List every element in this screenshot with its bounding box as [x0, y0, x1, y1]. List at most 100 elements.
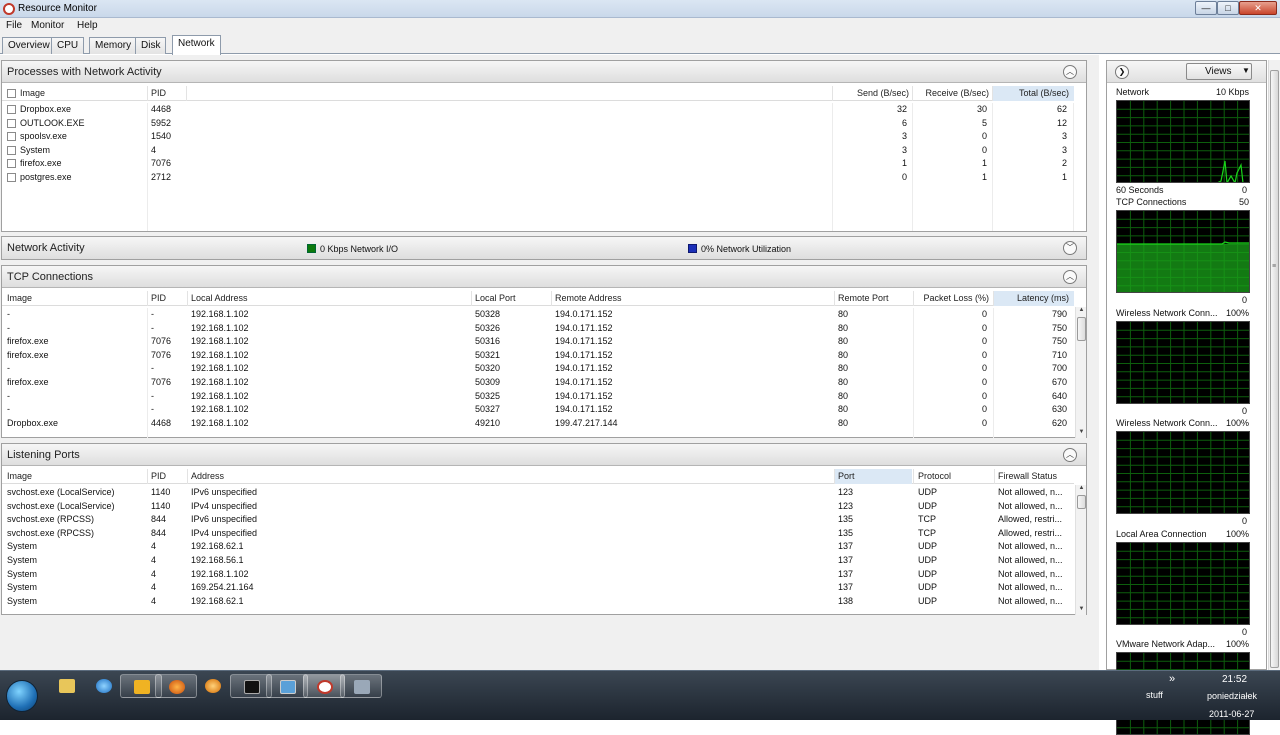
table-row[interactable]: - - 192.168.1.102 50327 194.0.171.152 80 0 630 — [2, 403, 1074, 417]
taskbar-app[interactable] — [192, 674, 234, 698]
taskbar-explorer[interactable] — [46, 674, 88, 698]
scroll-thumb[interactable] — [1077, 317, 1086, 341]
table-row[interactable]: Dropbox.exe 4468 192.168.1.102 49210 199.47.… — [2, 417, 1074, 431]
col-send[interactable]: Send (B/sec) — [832, 88, 909, 101]
taskbar-ie[interactable] — [83, 674, 125, 698]
table-row[interactable]: svchost.exe (RPCSS) 844 IPv4 unspecified 13… — [2, 527, 1074, 541]
scroll-down-icon[interactable]: ▼ — [1076, 606, 1087, 615]
collapse-icon[interactable]: ︿ — [1063, 448, 1077, 462]
cell: 1 — [981, 172, 987, 182]
col-image[interactable]: Image — [7, 471, 32, 484]
table-row[interactable]: postgres.exe 2712 0 1 1 — [2, 171, 1074, 185]
table-row[interactable]: System 4 192.168.56.1 137 UDP Not allowed, n.… — [2, 554, 1074, 568]
tab-memory[interactable]: Memory — [89, 37, 138, 54]
collapse-icon[interactable]: ︿ — [1063, 270, 1077, 284]
expand-icon[interactable]: ﹀ — [1063, 241, 1077, 255]
col-local-port[interactable]: Local Port — [475, 293, 516, 306]
start-button[interactable] — [6, 680, 38, 712]
tab-disk[interactable]: Disk — [135, 37, 167, 54]
scroll-thumb[interactable] — [1077, 495, 1086, 509]
tray-label[interactable]: stuff — [1146, 690, 1163, 700]
taskbar-firefox[interactable] — [155, 674, 197, 698]
close-button[interactable]: ✕ — [1239, 1, 1277, 15]
menu-help[interactable]: Help — [77, 20, 98, 31]
tab-cpu[interactable]: CPU — [51, 37, 85, 54]
graph-plot — [1117, 321, 1249, 403]
col-pid[interactable]: PID — [151, 293, 166, 306]
table-row[interactable]: - - 192.168.1.102 50326 194.0.171.152 80 0 750 — [2, 322, 1074, 336]
table-row[interactable]: svchost.exe (LocalService) 1140 IPv4 unspe… — [2, 500, 1074, 514]
table-row[interactable]: firefox.exe 7076 192.168.1.102 50316 194.0.1… — [2, 335, 1074, 349]
clock-day[interactable]: poniedziałek — [1207, 691, 1257, 701]
select-all-checkbox[interactable] — [7, 89, 16, 98]
table-row[interactable]: firefox.exe 7076 1 1 2 — [2, 157, 1074, 171]
firefox-icon — [169, 680, 185, 694]
col-remote-address[interactable]: Remote Address — [555, 293, 622, 306]
scroll-up-icon[interactable]: ▲ — [1076, 307, 1087, 316]
minimize-button[interactable]: — — [1195, 1, 1217, 15]
col-receive[interactable]: Receive (B/sec) — [912, 88, 989, 101]
row-checkbox[interactable] — [7, 105, 16, 114]
col-firewall-status[interactable]: Firewall Status — [998, 471, 1057, 484]
table-row[interactable]: firefox.exe 7076 192.168.1.102 50309 194.0.1… — [2, 376, 1074, 390]
network-activity-header[interactable]: Network Activity 0 Kbps Network I/O 0% N… — [2, 237, 1086, 259]
col-port[interactable]: Port — [838, 471, 855, 484]
collapse-icon[interactable]: ︿ — [1063, 65, 1077, 79]
tcp-panel-header[interactable]: TCP Connections ︿ — [2, 266, 1086, 288]
col-pid[interactable]: PID — [151, 88, 166, 101]
row-checkbox[interactable] — [7, 159, 16, 169]
taskbar-resource-monitor[interactable] — [303, 674, 345, 698]
maximize-button[interactable]: □ — [1217, 1, 1239, 15]
row-checkbox[interactable] — [7, 132, 16, 142]
col-protocol[interactable]: Protocol — [918, 471, 951, 484]
col-image[interactable]: Image — [7, 293, 32, 306]
col-local-address[interactable]: Local Address — [191, 293, 248, 306]
table-row[interactable]: firefox.exe 7076 192.168.1.102 50321 194.0.1… — [2, 349, 1074, 363]
clock-time[interactable]: 21:52 — [1222, 674, 1247, 685]
listening-scrollbar[interactable]: ▲ ▼ — [1075, 485, 1086, 615]
table-row[interactable]: System 4 192.168.1.102 137 UDP Not allowed, n… — [2, 568, 1074, 582]
col-address[interactable]: Address — [191, 471, 224, 484]
cell: svchost.exe (RPCSS) — [7, 527, 95, 538]
listening-panel-header[interactable]: Listening Ports ︿ — [2, 444, 1086, 466]
table-row[interactable]: System 4 192.168.62.1 137 UDP Not allowed, n.… — [2, 540, 1074, 554]
menu-monitor[interactable]: Monitor — [31, 20, 64, 31]
row-checkbox[interactable] — [7, 145, 16, 155]
col-latency[interactable]: Latency (ms) — [994, 293, 1069, 306]
row-checkbox[interactable] — [7, 118, 16, 128]
collapse-pane-icon[interactable]: ❯ — [1115, 65, 1129, 79]
table-row[interactable]: spoolsv.exe 1540 3 0 3 — [2, 130, 1074, 144]
clock-date[interactable]: 2011-06-27 — [1209, 709, 1254, 719]
processes-panel-header[interactable]: Processes with Network Activity ︿ — [2, 61, 1086, 83]
scroll-thumb[interactable] — [1270, 70, 1279, 668]
tab-network[interactable]: Network — [172, 35, 221, 55]
row-checkbox[interactable] — [7, 173, 16, 182]
table-row[interactable]: System 4 192.168.62.1 138 UDP Not allowed, n.… — [2, 595, 1074, 609]
cell: svchost.exe (LocalService) — [7, 500, 115, 511]
scroll-up-icon[interactable]: ▲ — [1076, 485, 1087, 494]
graphs-pane-scrollbar[interactable]: ≡ — [1268, 60, 1280, 670]
table-row[interactable]: - - 192.168.1.102 50320 194.0.171.152 80 0 700 — [2, 362, 1074, 376]
col-pid[interactable]: PID — [151, 471, 166, 484]
table-row[interactable]: System 4 169.254.21.164 137 UDP Not allowed, … — [2, 581, 1074, 595]
table-row[interactable]: - - 192.168.1.102 50328 194.0.171.152 80 0 790 — [2, 308, 1074, 322]
table-row[interactable]: svchost.exe (RPCSS) 844 IPv6 unspecified 13… — [2, 513, 1074, 527]
taskbar-remote[interactable] — [266, 674, 308, 698]
table-row[interactable]: svchost.exe (LocalService) 1140 IPv6 unspe… — [2, 486, 1074, 500]
menu-file[interactable]: File — [6, 20, 22, 31]
table-row[interactable]: Dropbox.exe 4468 32 30 62 — [2, 103, 1074, 117]
taskbar-app-2[interactable] — [340, 674, 382, 698]
tray-expand-icon[interactable]: » — [1169, 673, 1175, 685]
table-row[interactable]: - - 192.168.1.102 50325 194.0.171.152 80 0 640 — [2, 390, 1074, 404]
col-packet-loss[interactable]: Packet Loss (%) — [913, 293, 989, 306]
col-remote-port[interactable]: Remote Port — [838, 293, 889, 306]
cell: 0 — [981, 349, 987, 360]
tcp-scrollbar[interactable]: ▲ ▼ — [1075, 307, 1086, 438]
tab-overview[interactable]: Overview — [2, 37, 56, 54]
col-total[interactable]: Total (B/sec) — [993, 88, 1069, 101]
table-row[interactable]: OUTLOOK.EXE 5952 6 5 12 — [2, 117, 1074, 131]
col-image[interactable]: Image — [20, 88, 45, 101]
table-row[interactable]: System 4 3 0 3 — [2, 144, 1074, 158]
scroll-down-icon[interactable]: ▼ — [1076, 429, 1087, 438]
cell: 50321 — [475, 349, 501, 360]
